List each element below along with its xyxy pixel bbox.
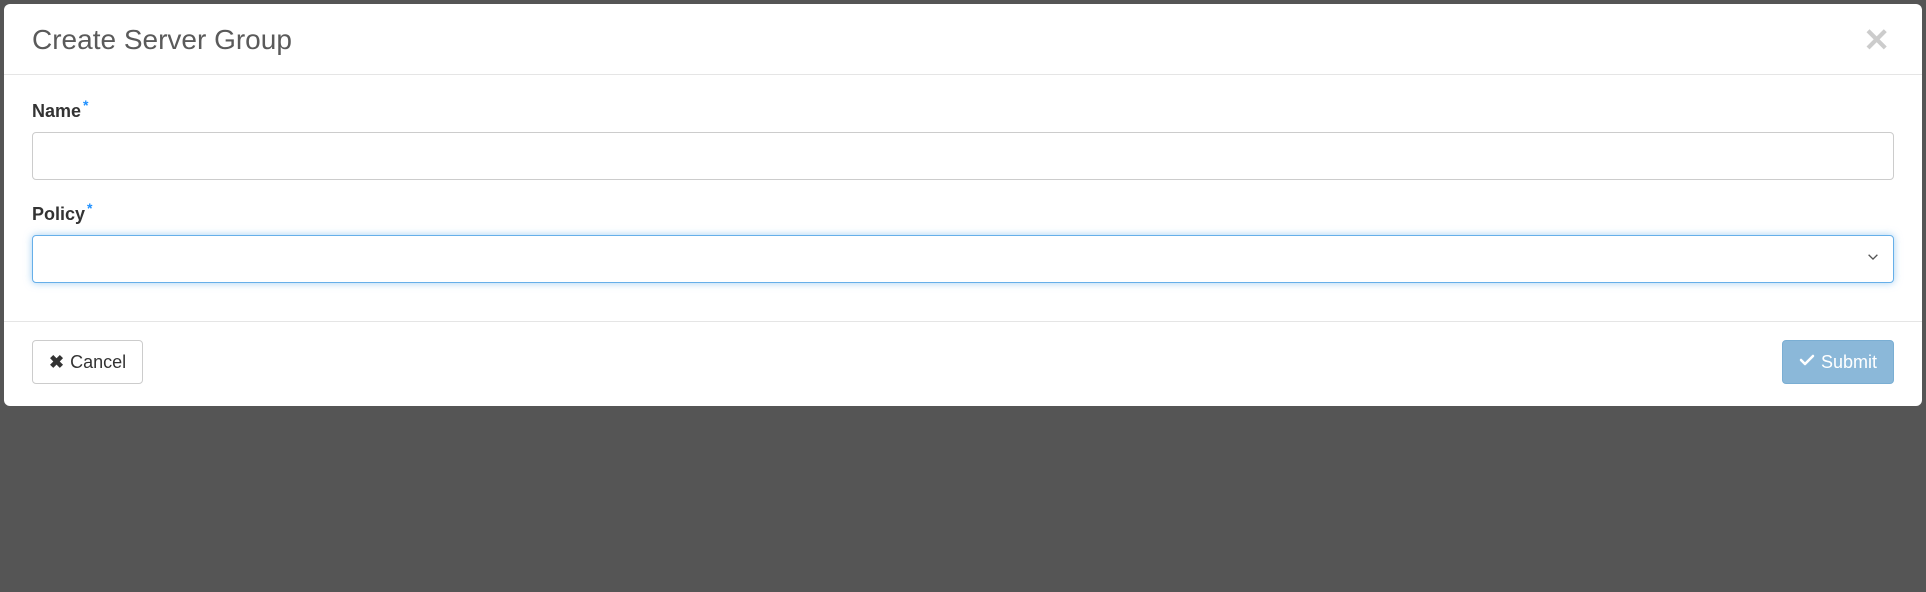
submit-button[interactable]: Submit (1782, 340, 1894, 384)
modal-title: Create Server Group (32, 24, 292, 56)
modal-header: Create Server Group ✕ (4, 4, 1922, 75)
name-input[interactable] (32, 132, 1894, 180)
cancel-button[interactable]: ✖ Cancel (32, 340, 143, 384)
close-button[interactable]: ✕ (1859, 24, 1894, 56)
modal-footer: ✖ Cancel Submit (4, 321, 1922, 406)
policy-select-wrapper (32, 235, 1894, 283)
policy-label: Policy* (32, 200, 1894, 225)
policy-field-group: Policy* (32, 200, 1894, 283)
close-icon: ✕ (1863, 22, 1890, 58)
checkmark-icon (1799, 352, 1815, 373)
name-label-text: Name (32, 101, 81, 121)
policy-label-text: Policy (32, 204, 85, 224)
required-asterisk-icon: * (83, 97, 88, 113)
name-field-group: Name* (32, 97, 1894, 180)
required-asterisk-icon: * (87, 200, 92, 216)
name-label: Name* (32, 97, 1894, 122)
create-server-group-modal: Create Server Group ✕ Name* Policy* (4, 4, 1922, 406)
cancel-x-icon: ✖ (49, 352, 64, 373)
cancel-button-label: Cancel (70, 352, 126, 373)
submit-button-label: Submit (1821, 352, 1877, 373)
modal-body: Name* Policy* (4, 75, 1922, 321)
policy-select[interactable] (32, 235, 1894, 283)
